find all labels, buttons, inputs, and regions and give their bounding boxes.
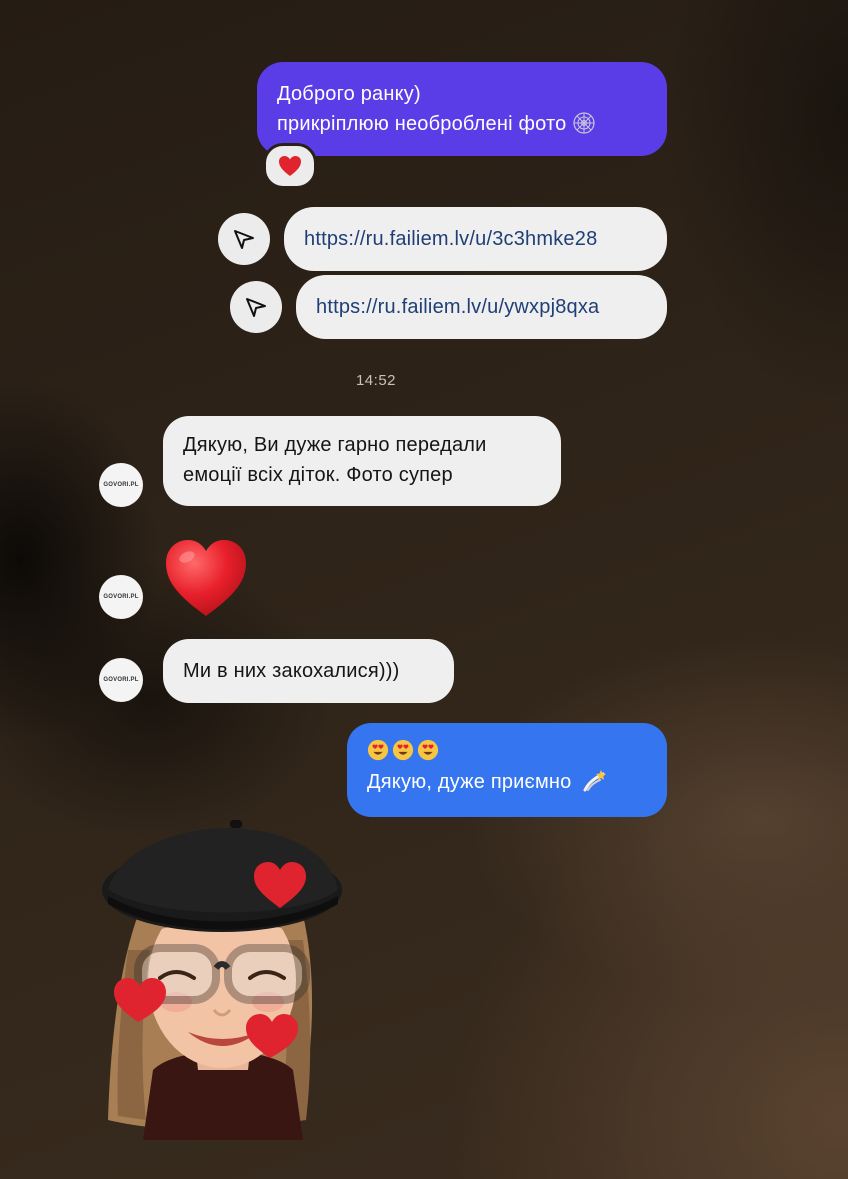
message-text-line: Доброго ранку) (277, 83, 421, 105)
heart-eyes-emoji-row (367, 737, 647, 767)
message-text-line: прикріплюю необроблені фото (277, 109, 647, 139)
send-arrow-icon (234, 230, 254, 249)
share-button[interactable] (230, 281, 282, 333)
link-message-bubble[interactable]: https://ru.failiem.lv/u/3c3hmke28 (284, 207, 667, 271)
memoji-sticker[interactable] (98, 820, 348, 1140)
avatar[interactable]: GOVORI.PL (99, 463, 143, 507)
avatar-label: GOVORI.PL (103, 677, 139, 683)
message-reaction[interactable] (263, 143, 317, 189)
outgoing-message-bubble[interactable]: Доброго ранку) прикріплюю необроблені фо… (257, 62, 667, 156)
web-emoji (573, 112, 595, 134)
dizzy-emoji (583, 770, 607, 792)
avatar[interactable]: GOVORI.PL (99, 575, 143, 619)
incoming-message-bubble[interactable]: Дякую, Ви дуже гарно передали емоції всі… (163, 416, 561, 506)
share-button[interactable] (218, 213, 270, 265)
timestamp: 14:52 (355, 372, 397, 389)
link-text[interactable]: https://ru.failiem.lv/u/3c3hmke28 (304, 224, 597, 254)
message-text-line: Дякую, дуже приємно (367, 767, 647, 797)
send-arrow-icon (246, 298, 266, 317)
link-text[interactable]: https://ru.failiem.lv/u/ywxpj8qxa (316, 292, 599, 322)
heart-emoji-message[interactable] (163, 537, 249, 619)
avatar-label: GOVORI.PL (103, 482, 139, 488)
avatar-label: GOVORI.PL (103, 594, 139, 600)
link-message-bubble[interactable]: https://ru.failiem.lv/u/ywxpj8qxa (296, 275, 667, 339)
outgoing-message-bubble[interactable]: Дякую, дуже приємно (347, 723, 667, 817)
message-text: Ми в них закохалися))) (183, 660, 400, 682)
heart-eyes-emoji (367, 739, 389, 761)
message-text: прикріплюю необроблені фото (277, 113, 567, 135)
incoming-message-bubble[interactable]: Ми в них закохалися))) (163, 639, 454, 703)
heart-emoji (279, 156, 301, 176)
heart-eyes-emoji (392, 739, 414, 761)
message-text-line: Дякую, Ви дуже гарно передали (183, 434, 487, 456)
message-text: Дякую, дуже приємно (367, 771, 572, 793)
heart-eyes-emoji (417, 739, 439, 761)
message-text-line: емоції всіх діток. Фото супер (183, 464, 453, 486)
avatar[interactable]: GOVORI.PL (99, 658, 143, 702)
